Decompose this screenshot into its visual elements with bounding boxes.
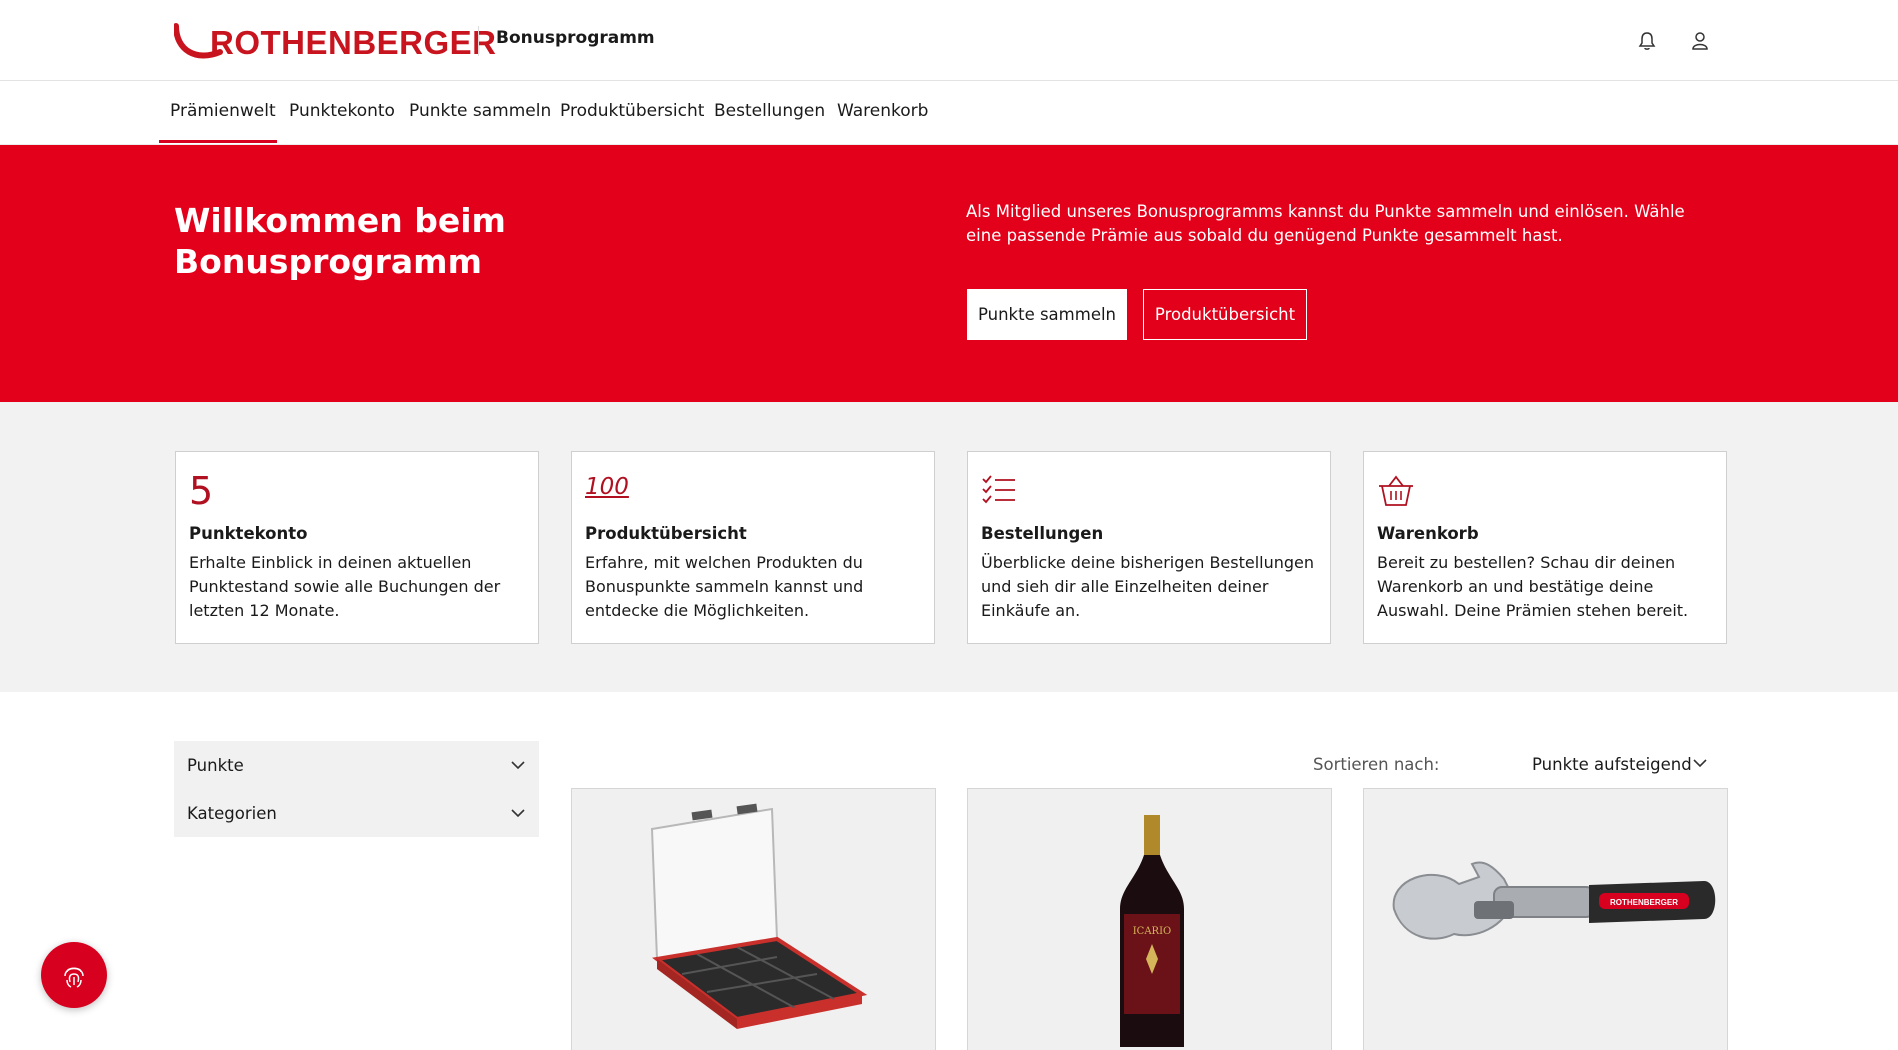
svg-text:ROTHENBERGER: ROTHENBERGER (1610, 898, 1678, 907)
card-title: Punktekonto (189, 524, 308, 543)
punkte-sammeln-button[interactable]: Punkte sammeln (967, 289, 1127, 340)
nav-item-warenkorb[interactable]: Warenkorb (837, 101, 928, 121)
feature-section: 5 Punktekonto Erhalte Einblick in deinen… (0, 402, 1898, 692)
nav-item-punkte-sammeln[interactable]: Punkte sammeln (409, 101, 551, 121)
nav-item-bestellungen[interactable]: Bestellungen (714, 101, 825, 121)
card-bestellungen[interactable]: Bestellungen Überblicke deine bisherigen… (967, 451, 1331, 644)
rothenberger-logo[interactable]: ROTHENBERGER (174, 22, 496, 66)
card-produktuebersicht[interactable]: 100 Produktübersicht Erfahre, mit welche… (571, 451, 935, 644)
nav-item-praemienwelt[interactable]: Prämienwelt (170, 101, 276, 121)
sort-select[interactable]: Punkte aufsteigend (1532, 755, 1692, 774)
chevron-down-icon (511, 809, 525, 818)
hundred-points-icon: 100 (585, 474, 629, 500)
chevron-down-icon[interactable] (1692, 758, 1708, 768)
filter-label: Punkte (187, 755, 244, 775)
checklist-icon (981, 466, 1041, 510)
card-title: Bestellungen (981, 524, 1104, 543)
card-punktekonto[interactable]: 5 Punktekonto Erhalte Einblick in deinen… (175, 451, 539, 644)
card-title: Warenkorb (1377, 524, 1479, 543)
product-card[interactable] (571, 788, 936, 1050)
basket-icon (1377, 466, 1437, 510)
card-text: Bereit zu bestellen? Schau dir deinen Wa… (1377, 553, 1689, 620)
product-card[interactable]: ICARIO (967, 788, 1332, 1050)
card-text: Überblicke deine bisherigen Bestellungen… (981, 553, 1315, 620)
five-points-icon: 5 (189, 469, 214, 513)
sort-label: Sortieren nach: (1313, 755, 1440, 774)
hero-title: Willkommen beim Bonusprogramm (174, 201, 506, 281)
program-title: Bonusprogramm (496, 28, 655, 48)
filter-kategorien[interactable]: Kategorien (174, 789, 539, 837)
chevron-down-icon (511, 761, 525, 770)
card-text: Erfahre, mit welchen Produkten du Bonusp… (585, 553, 864, 620)
main-navigation: Prämienwelt Punktekonto Punkte sammeln P… (0, 81, 1898, 145)
wine-bottle-image: ICARIO (1120, 815, 1184, 1047)
header-divider (478, 26, 479, 56)
tool-case-image (650, 803, 868, 1029)
fingerprint-button[interactable] (41, 942, 107, 1008)
user-icon[interactable] (1687, 28, 1713, 54)
svg-text:ICARIO: ICARIO (1133, 926, 1172, 937)
nav-item-produktuebersicht[interactable]: Produktübersicht (560, 101, 704, 121)
wrench-image: ROTHENBERGER (1392, 861, 1716, 940)
card-text: Erhalte Einblick in deinen aktuellen Pun… (189, 553, 501, 620)
site-header: ROTHENBERGER Bonusprogramm (0, 0, 1898, 81)
produktuebersicht-button[interactable]: Produktübersicht (1143, 289, 1307, 340)
logo-text: ROTHENBERGER (210, 24, 497, 61)
nav-item-punktekonto[interactable]: Punktekonto (289, 101, 395, 121)
bell-icon[interactable] (1634, 28, 1660, 54)
hero-banner: Willkommen beim Bonusprogramm Als Mitgli… (0, 145, 1898, 402)
filter-punkte[interactable]: Punkte (174, 741, 539, 789)
product-card[interactable]: ROTHENBERGER (1363, 788, 1728, 1050)
card-title: Produktübersicht (585, 524, 747, 543)
filter-label: Kategorien (187, 803, 277, 823)
active-nav-indicator (159, 140, 277, 143)
hero-description: Als Mitglied unseres Bonusprogramms kann… (966, 202, 1685, 245)
card-warenkorb[interactable]: Warenkorb Bereit zu bestellen? Schau dir… (1363, 451, 1727, 644)
fingerprint-icon (64, 967, 84, 988)
